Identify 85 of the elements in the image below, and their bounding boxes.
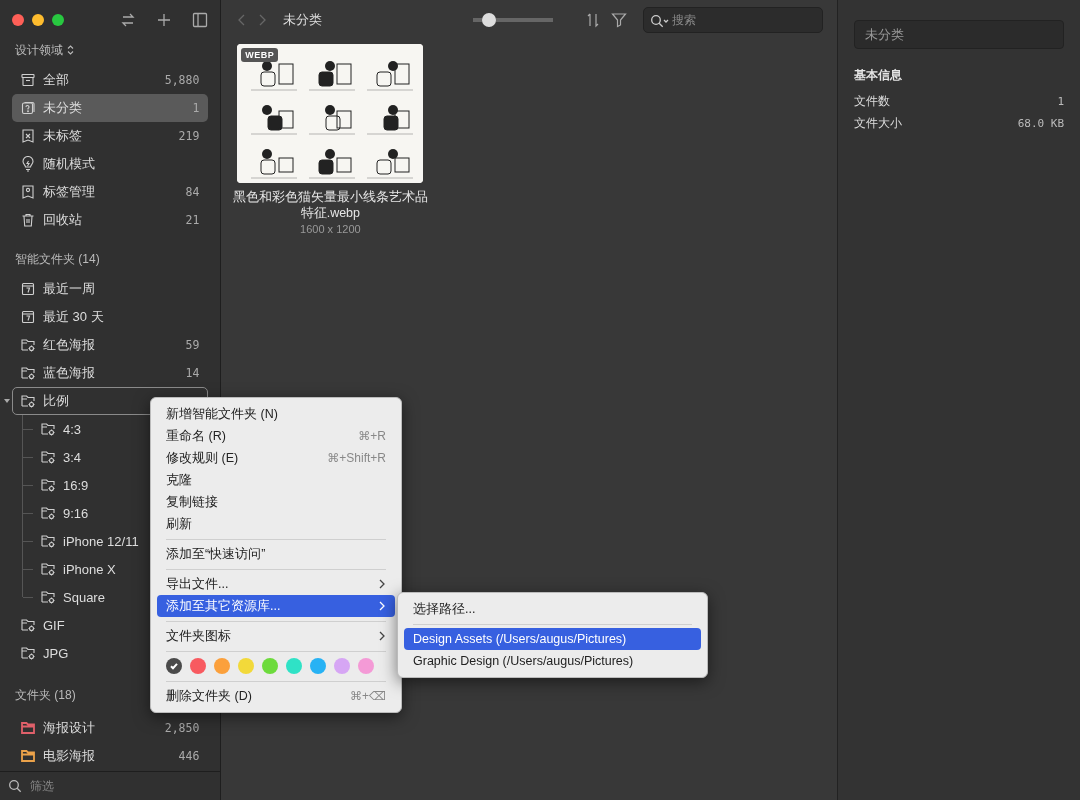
menu-item[interactable]: Graphic Design (/Users/augus/Pictures) (404, 650, 701, 672)
filter-icon[interactable] (611, 12, 628, 28)
tag-icon (20, 184, 36, 200)
color-swatch[interactable] (190, 658, 206, 674)
info-value: 68.0 KB (1017, 116, 1064, 130)
smart-folder-icon (40, 589, 56, 605)
smart-folder-icon (40, 533, 56, 549)
color-swatch[interactable] (262, 658, 278, 674)
filter-field[interactable]: 筛选 (0, 772, 221, 800)
smart-folder-icon (40, 477, 56, 493)
section-header: 文件夹 (18) (14, 686, 76, 704)
sidebar-item[interactable]: 蓝色海报 14 (12, 359, 209, 387)
sidebar-icon[interactable] (192, 12, 209, 28)
menu-item[interactable]: 选择路径... (404, 598, 701, 620)
menu-item[interactable]: 删除文件夹 (D) ⌘+⌫ (157, 685, 395, 707)
info-label: 文件大小 (854, 114, 903, 132)
menu-item[interactable]: 刷新 (157, 513, 395, 535)
menu-item[interactable]: 修改规则 (E) ⌘+Shift+R (157, 447, 395, 469)
sidebar-item[interactable]: 回收站 21 (12, 206, 209, 234)
color-swatch[interactable] (310, 658, 326, 674)
color-swatch[interactable] (334, 658, 350, 674)
menu-item[interactable]: 添加至“快速访问” (157, 543, 395, 565)
smart-folder-icon (40, 561, 56, 577)
trash-icon (20, 212, 36, 228)
format-badge: WEBP (241, 48, 279, 62)
search-icon (8, 779, 22, 793)
name-field[interactable]: 未分类 (854, 20, 1064, 49)
color-swatch[interactable] (238, 658, 254, 674)
sidebar-item[interactable]: 海报设计 2,850 (12, 714, 209, 742)
smart-folder-icon (40, 421, 56, 437)
search-icon (650, 14, 671, 28)
sidebar-item[interactable]: 随机模式 (12, 150, 209, 178)
untagged-icon (20, 128, 36, 144)
menu-item[interactable]: 添加至其它资源库... (157, 595, 395, 617)
disclosure-icon[interactable] (4, 399, 10, 403)
menu-item[interactable]: 克隆 (157, 469, 395, 491)
color-swatch[interactable] (214, 658, 230, 674)
minimize-button[interactable] (32, 14, 44, 26)
sidebar-item[interactable]: 电影海报 446 (12, 742, 209, 770)
info-value: 1 (1057, 94, 1064, 108)
smart-folder-icon (40, 505, 56, 521)
calendar-icon (20, 309, 36, 325)
folder-icon (20, 748, 36, 764)
sidebar-item[interactable]: 未标签 219 (12, 122, 209, 150)
smart-folder-icon (20, 365, 36, 381)
menu-item[interactable]: 导出文件... (157, 573, 395, 595)
smart-folder-icon (20, 337, 36, 353)
file-name: 黑色和彩色猫矢量最小线条艺术品特征.webp (231, 189, 429, 221)
folder-title: 未分类 (283, 11, 324, 29)
menu-item[interactable]: 复制链接 (157, 491, 395, 513)
color-swatch[interactable] (286, 658, 302, 674)
sidebar-item[interactable]: 标签管理 84 (12, 178, 209, 206)
sidebar-item[interactable]: 最近一周 (12, 275, 209, 303)
section-header: 智能文件夹 (14) (14, 250, 100, 268)
bulb-icon (20, 156, 36, 172)
sidebar-item[interactable]: 全部 5,880 (12, 66, 209, 94)
smart-folder-icon (20, 393, 36, 409)
search-field[interactable]: 搜索 (644, 8, 823, 32)
menu-item[interactable]: 文件夹图标 (157, 625, 395, 647)
color-swatch[interactable] (358, 658, 374, 674)
sidebar-item[interactable]: 红色海报 59 (12, 331, 209, 359)
swap-icon[interactable] (120, 12, 137, 28)
color-swatch[interactable] (166, 658, 182, 674)
close-button[interactable] (12, 14, 24, 26)
smart-folder-icon (20, 645, 36, 661)
folder-icon (20, 720, 36, 736)
image-dimensions: 1600 x 1200 (300, 223, 361, 235)
check-icon (169, 661, 179, 671)
info-label: 文件数 (854, 92, 891, 110)
menu-item[interactable]: Design Assets (/Users/augus/Pictures) (404, 628, 701, 650)
calendar-icon (20, 281, 36, 297)
question-icon (20, 100, 36, 116)
smart-folder-icon (40, 449, 56, 465)
smart-folder-icon (20, 617, 36, 633)
zoom-button[interactable] (52, 14, 64, 26)
forward-icon[interactable] (257, 14, 268, 26)
sidebar-item[interactable]: 最近 30 天 (12, 303, 209, 331)
library-switcher[interactable]: 设计领域 (12, 40, 74, 60)
updown-icon (67, 45, 74, 55)
slider-thumb[interactable] (482, 13, 497, 27)
section-title: 基本信息 (854, 67, 903, 84)
menu-item[interactable]: 重命名 (R) ⌘+R (157, 425, 395, 447)
sidebar-item[interactable]: 未分类 1 (12, 94, 209, 122)
archive-icon (20, 72, 36, 88)
add-icon[interactable] (156, 12, 173, 28)
